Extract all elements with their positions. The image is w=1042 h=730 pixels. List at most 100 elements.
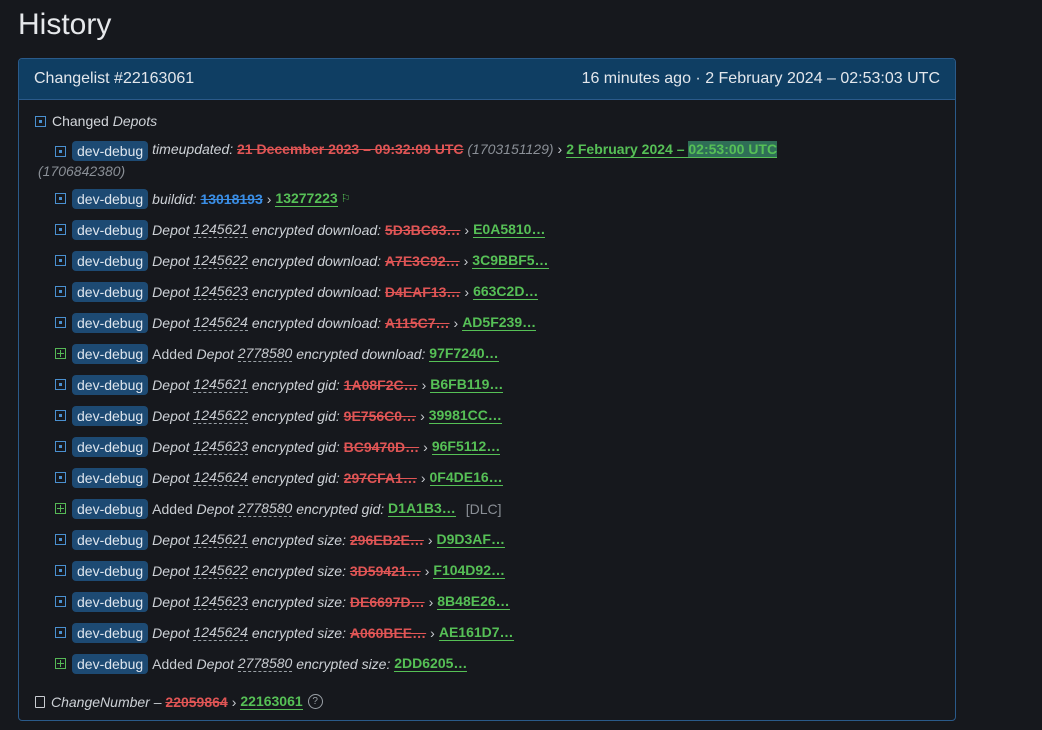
modified-icon [55, 255, 66, 266]
arrow-icon: › [420, 469, 426, 486]
arrow-icon: › [453, 314, 459, 331]
branch-tag[interactable]: dev-debug [72, 219, 149, 240]
depot-prefix: Depot [196, 345, 234, 362]
new-value: 2DD6205… [394, 655, 468, 672]
depot-id-link[interactable]: 1245624 [193, 624, 248, 641]
new-value: 97F7240… [429, 345, 499, 362]
depot-id-link[interactable]: 1245622 [193, 562, 248, 579]
depot-id-link[interactable]: 1245624 [193, 314, 248, 331]
branch-tag[interactable]: dev-debug [72, 622, 149, 643]
depot-id-link[interactable]: 1245621 [193, 531, 248, 548]
depot-prefix: Depot [152, 314, 190, 331]
new-value: B6FB119… [430, 376, 504, 393]
depot-id-link[interactable]: 1245623 [193, 438, 248, 455]
branch-tag[interactable]: dev-debug [72, 281, 149, 302]
change-number-row: ChangeNumber – 22059864 › 22163061 ? [35, 693, 323, 710]
change-row: dev-debug Depot 1245622 encrypted size: 3… [55, 555, 945, 586]
depot-prefix: Depot [152, 562, 190, 579]
old-value: 296EB2E… [349, 531, 424, 548]
depot-id-link[interactable]: 1245622 [193, 407, 248, 424]
depot-id-link[interactable]: 1245623 [193, 593, 248, 610]
depot-prefix: Depot [152, 252, 190, 269]
arrow-icon: › [463, 252, 469, 269]
old-value: BC9470D… [343, 438, 420, 455]
changelist-title[interactable]: Changelist #22163061 [34, 70, 194, 88]
modified-icon [55, 286, 66, 297]
modified-icon [55, 224, 66, 235]
help-icon[interactable]: ? [307, 694, 323, 709]
depot-id-link[interactable]: 1245624 [193, 469, 248, 486]
branch-tag[interactable]: dev-debug [72, 529, 149, 550]
modified-icon [55, 317, 66, 328]
branch-tag[interactable]: dev-debug [72, 250, 149, 271]
changed-depots-heading: Changed Depots [35, 113, 157, 129]
old-value: DE6697D… [349, 593, 425, 610]
changelist-card: Changelist #22163061 16 minutes ago · 2 … [18, 58, 956, 721]
branch-tag[interactable]: dev-debug [72, 560, 149, 581]
field-key: encrypted gid: [251, 376, 340, 393]
old-value: 21 December 2023 – 09:32:09 UTC [237, 141, 464, 157]
change-row: dev-debug Depot 1245622 encrypted downloa… [55, 245, 945, 276]
change-row: dev-debug Depot 1245624 encrypted size: A… [55, 617, 945, 648]
branch-tag[interactable]: dev-debug [72, 374, 149, 395]
patch-notes-icon[interactable]: ⚐ [341, 192, 351, 205]
arrow-icon: › [430, 624, 435, 641]
depot-prefix: Depot [152, 407, 190, 424]
new-value: AD5F239… [462, 314, 537, 331]
depot-id-link[interactable]: 2778580 [237, 500, 293, 517]
old-build-link[interactable]: 13018193 [200, 191, 262, 207]
branch-tag[interactable]: dev-debug [72, 312, 149, 333]
arrow-icon: › [423, 438, 428, 455]
depot-id-link[interactable]: 1245623 [193, 283, 248, 300]
depot-prefix: Depot [196, 655, 234, 672]
changes-list: dev-debug timeupdated: 21 December 2023 … [38, 139, 945, 679]
modified-icon [55, 441, 66, 452]
new-value: 2 February 2024 – 02:53:00 UTC [566, 141, 778, 158]
new-value: D9D3AF… [436, 531, 505, 548]
branch-tag[interactable]: dev-debug [72, 343, 149, 364]
branch-tag[interactable]: dev-debug [72, 188, 149, 209]
page-title: History [18, 8, 112, 41]
branch-tag[interactable]: dev-debug [72, 405, 149, 426]
depot-id-link[interactable]: 1245621 [193, 376, 248, 393]
new-change-number[interactable]: 22163061 [240, 693, 303, 710]
modified-icon [55, 146, 66, 157]
arrow-icon: › [464, 221, 470, 238]
depot-id-link[interactable]: 2778580 [237, 655, 293, 672]
new-value: D1A1B3… [388, 500, 456, 517]
field-key: ChangeNumber – [51, 693, 162, 710]
branch-tag[interactable]: dev-debug [72, 467, 149, 488]
depot-prefix: Depot [196, 500, 234, 517]
branch-tag[interactable]: dev-debug [72, 436, 149, 457]
new-value-time: 02:53:00 UTC [688, 141, 778, 157]
modified-icon [55, 410, 66, 421]
new-value: 0F4DE16… [429, 469, 503, 486]
change-row: dev-debug Depot 1245623 encrypted size: D… [55, 586, 945, 617]
change-row-timeupdated: dev-debug timeupdated: 21 December 2023 … [38, 139, 945, 183]
arrow-icon: › [464, 283, 470, 300]
branch-tag[interactable]: dev-debug [72, 653, 149, 674]
old-change-number[interactable]: 22059864 [165, 694, 227, 710]
field-key: encrypted gid: [251, 438, 340, 455]
new-value: AE161D7… [438, 624, 514, 641]
new-build-link[interactable]: 13277223 [275, 190, 338, 207]
depot-id-link[interactable]: 1245621 [193, 221, 248, 238]
depot-id-link[interactable]: 2778580 [237, 345, 293, 362]
branch-tag[interactable]: dev-debug [72, 141, 149, 161]
change-row: dev-debug Depot 1245623 encrypted gid: BC… [55, 431, 945, 462]
change-row: dev-debug Added Depot 2778580 encrypted g… [55, 493, 945, 524]
added-label: Added [152, 655, 193, 672]
field-key: encrypted gid: [251, 469, 340, 486]
depot-prefix: Depot [152, 438, 190, 455]
depot-id-link[interactable]: 1245622 [193, 252, 248, 269]
old-value: 9E756C0… [343, 407, 417, 424]
new-value: F104D92… [433, 562, 505, 579]
changelist-time: 16 minutes ago · 2 February 2024 – 02:53… [581, 70, 940, 87]
branch-tag[interactable]: dev-debug [72, 498, 149, 519]
change-row: dev-debug Depot 1245621 encrypted size: 2… [55, 524, 945, 555]
branch-tag[interactable]: dev-debug [72, 591, 149, 612]
change-row: dev-debug Depot 1245624 encrypted downloa… [55, 307, 945, 338]
arrow-icon: › [424, 562, 430, 579]
arrow-icon: › [266, 190, 272, 207]
change-row: dev-debug Depot 1245621 encrypted downloa… [55, 214, 945, 245]
